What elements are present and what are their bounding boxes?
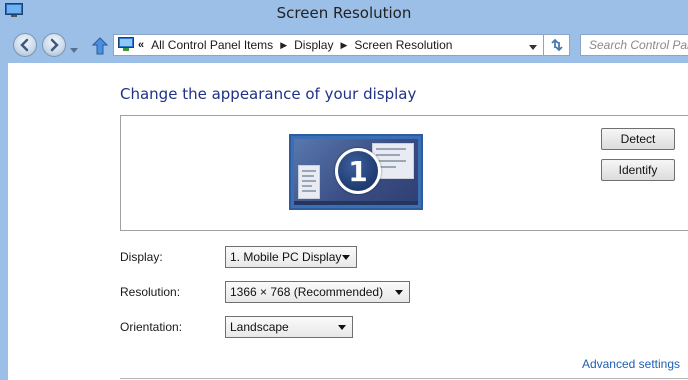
resolution-select[interactable]: 1366 × 768 (Recommended) [225, 281, 410, 303]
main-content: Change the appearance of your display 1 … [0, 63, 688, 380]
display-preview-area: 1 Detect Identify [120, 115, 688, 231]
orientation-select-value: Landscape [230, 320, 289, 334]
up-arrow-icon [91, 37, 109, 55]
divider [120, 378, 688, 379]
breadcrumb-overflow-icon[interactable]: « [138, 39, 144, 51]
chevron-down-icon [342, 255, 350, 260]
breadcrumb-display[interactable]: Display [294, 38, 333, 52]
address-dropdown-button[interactable] [529, 40, 537, 54]
back-button[interactable] [13, 33, 37, 57]
up-button[interactable] [91, 37, 109, 58]
display-select-value: 1. Mobile PC Display [230, 250, 342, 264]
control-panel-icon [118, 37, 134, 55]
monitor-screen: 1 [294, 139, 418, 205]
advanced-settings-link[interactable]: Advanced settings [582, 357, 680, 371]
orientation-label: Orientation: [120, 320, 183, 334]
breadcrumb-separator-icon[interactable]: ▶ [280, 40, 287, 51]
monitor-number: 1 [348, 155, 368, 188]
back-arrow-icon [20, 38, 29, 52]
breadcrumb: « All Control Panel Items ▶ Display ▶ Sc… [138, 38, 452, 52]
refresh-button[interactable] [544, 34, 570, 56]
chevron-down-icon [395, 290, 403, 295]
detect-button[interactable]: Detect [601, 128, 675, 150]
mini-window-icon [298, 165, 320, 199]
chevron-down-icon [338, 325, 346, 330]
search-box[interactable] [580, 34, 688, 56]
display-label: Display: [120, 250, 163, 264]
monitor-number-badge: 1 [335, 148, 381, 194]
resolution-select-value: 1366 × 768 (Recommended) [230, 285, 384, 299]
title-bar: Screen Resolution [0, 0, 688, 29]
refresh-icon [551, 38, 563, 52]
mini-taskbar [294, 201, 418, 205]
resolution-label: Resolution: [120, 285, 181, 299]
display-select[interactable]: 1. Mobile PC Display [225, 246, 357, 268]
search-input[interactable] [581, 35, 688, 55]
chevron-down-icon [70, 48, 78, 53]
breadcrumb-all-control-panel-items[interactable]: All Control Panel Items [151, 38, 273, 52]
recent-locations-dropdown[interactable] [70, 43, 78, 57]
monitor-thumbnail[interactable]: 1 [289, 134, 423, 210]
window-title: Screen Resolution [276, 4, 412, 22]
page-title: Change the appearance of your display [120, 85, 417, 103]
orientation-select[interactable]: Landscape [225, 316, 353, 338]
breadcrumb-screen-resolution[interactable]: Screen Resolution [354, 38, 452, 52]
chevron-down-icon [529, 45, 537, 50]
address-bar[interactable]: « All Control Panel Items ▶ Display ▶ Sc… [113, 34, 544, 56]
identify-button[interactable]: Identify [601, 159, 675, 181]
breadcrumb-separator-icon[interactable]: ▶ [340, 40, 347, 51]
navigation-bar: « All Control Panel Items ▶ Display ▶ Sc… [0, 29, 688, 63]
forward-arrow-icon [50, 38, 59, 52]
forward-button[interactable] [42, 33, 66, 57]
